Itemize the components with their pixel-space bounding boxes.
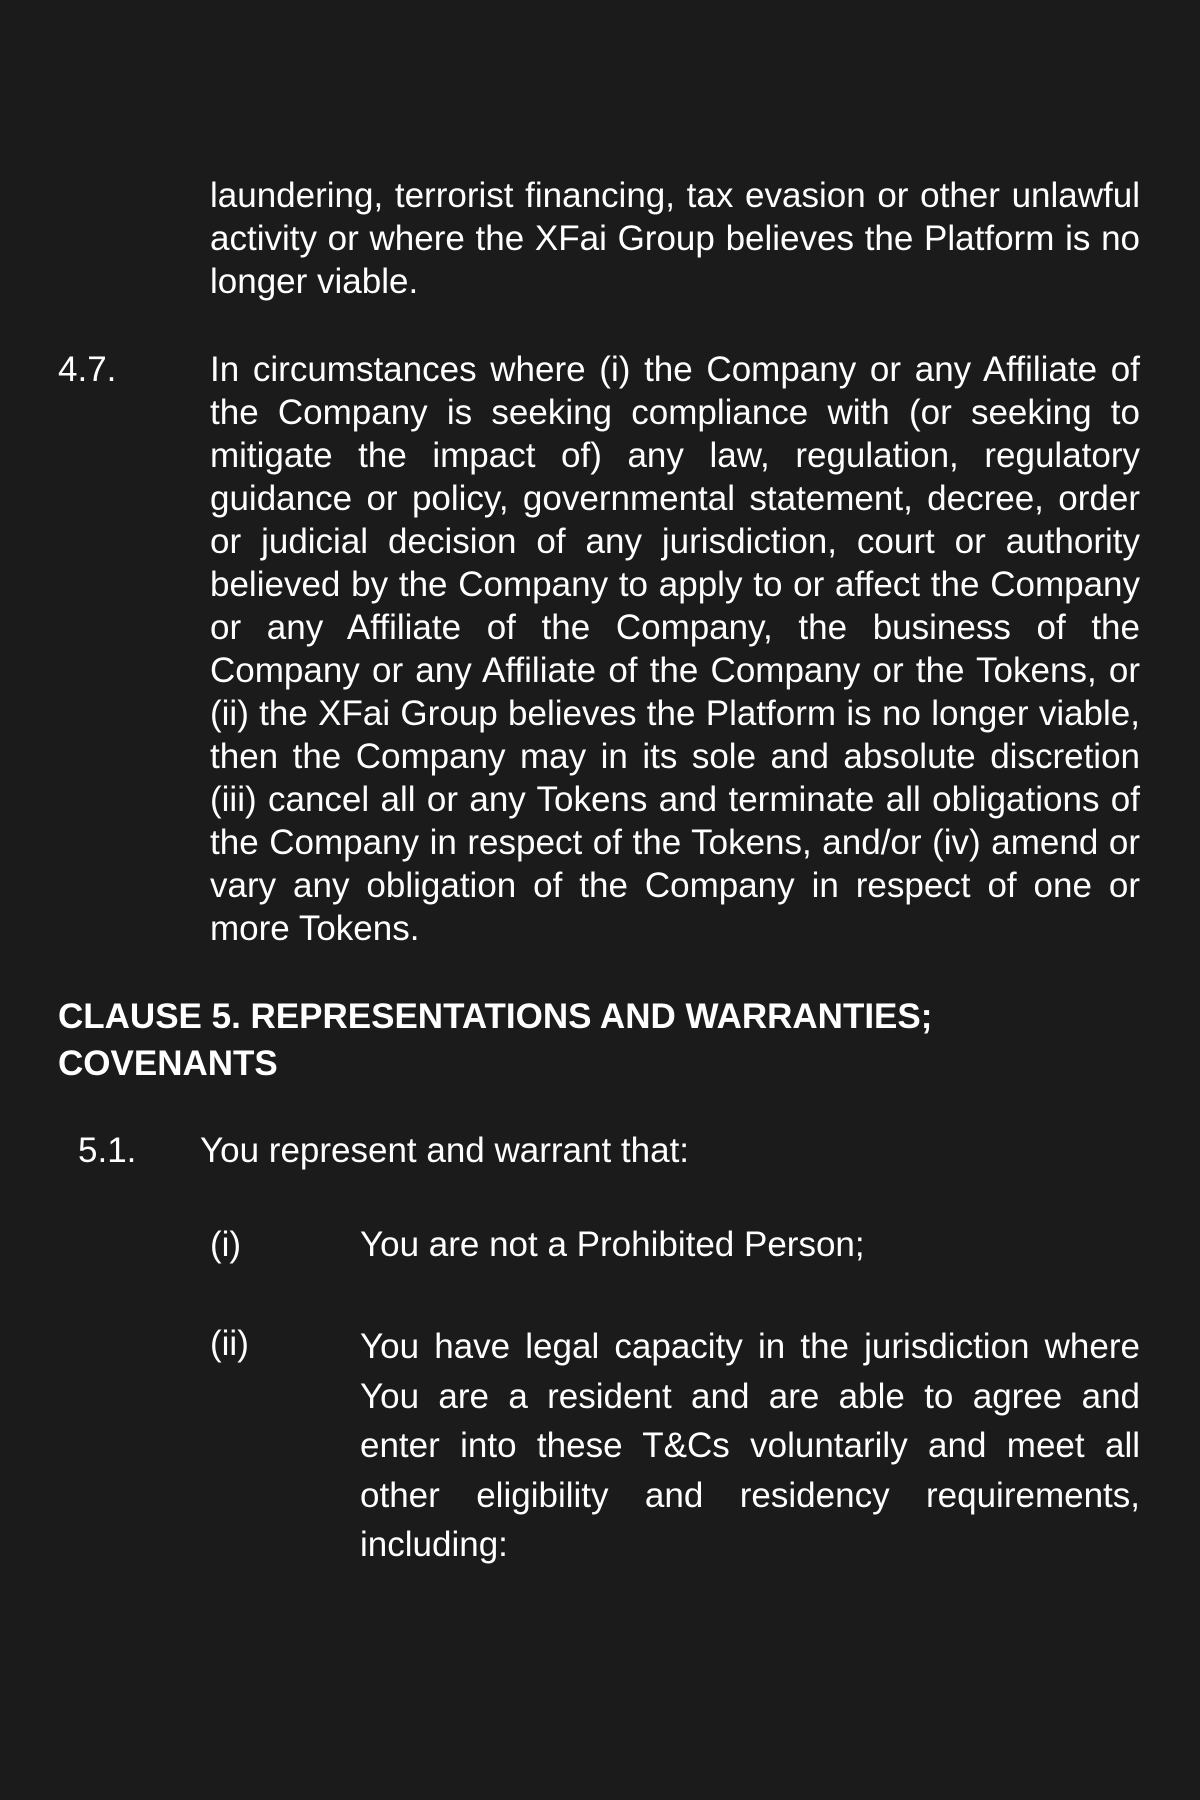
clause-5-1-number: 5.1. <box>78 1131 137 1170</box>
document-page: laundering, terrorist financing, tax eva… <box>0 0 1200 1800</box>
item-i-number: (i) <box>210 1225 242 1264</box>
clause-4-7-paragraph: In circumstances where (i) the Company o… <box>210 350 1140 948</box>
clause-5-heading-line1: CLAUSE 5. REPRESENTATIONS AND WARRANTIES… <box>58 997 933 1036</box>
clause-5-1-paragraph: You represent and warrant that: <box>200 1131 690 1170</box>
clause-5-heading: CLAUSE 5. REPRESENTATIONS AND WARRANTIES… <box>58 993 1158 1087</box>
clause-4-7-number: 4.7. <box>58 350 117 389</box>
clause-5-heading-line2: COVENANTS <box>58 1044 278 1083</box>
item-ii-paragraph: You have legal capacity in the jurisdict… <box>360 1327 1140 1564</box>
item-i-paragraph: You are not a Prohibited Person; <box>360 1225 865 1264</box>
continuation-paragraph: laundering, terrorist financing, tax eva… <box>210 176 1140 301</box>
item-ii-number: (ii) <box>210 1324 249 1363</box>
